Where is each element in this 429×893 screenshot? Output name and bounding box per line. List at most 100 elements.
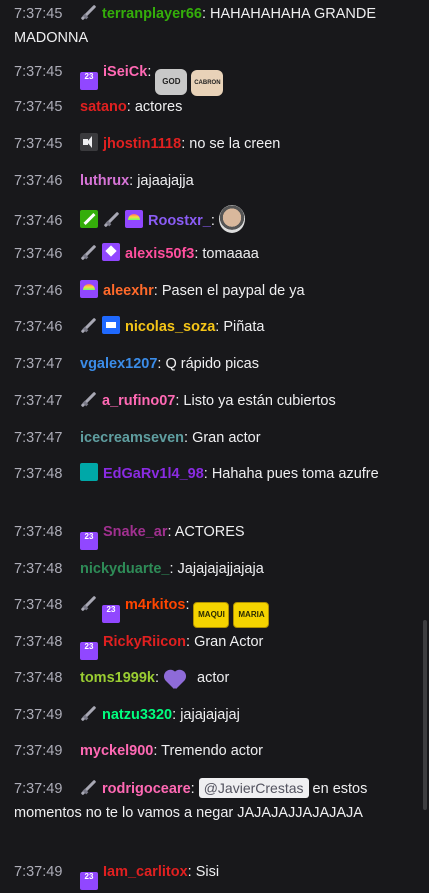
chat-message: 7:37:49 myckel900: Tremendo actor xyxy=(14,739,409,763)
chat-message: 7:37:48 EdGaRv1l4_98: Hahaha pues toma az… xyxy=(14,462,409,486)
message-text: Sisi xyxy=(195,864,220,880)
sub-23-icon[interactable]: 23 xyxy=(80,642,98,660)
chat-message: 7:37:46 Roostxr_: xyxy=(14,205,409,233)
sub-23-icon[interactable]: 23 xyxy=(80,532,98,550)
chat-message: 7:37:45 jhostin1118: no se la creen xyxy=(14,132,409,156)
message-text: Gran Actor xyxy=(194,634,264,650)
chat-message: 7:37:46 aleexhr: Pasen el paypal de ya xyxy=(14,279,409,303)
username[interactable]: rodrigoceare xyxy=(102,781,191,797)
username[interactable]: Roostxr_ xyxy=(148,213,211,229)
chat-message: 7:37:48 23 m4rkitos:MAQUI MARIA xyxy=(14,593,409,628)
sword-icon[interactable] xyxy=(80,779,97,796)
emote-cabron[interactable]: CABRON xyxy=(191,70,224,96)
username[interactable]: aleexhr xyxy=(103,283,154,299)
username[interactable]: nickyduarte_ xyxy=(80,561,169,577)
timestamp: 7:37:45 xyxy=(14,64,63,80)
message-text: Pasen el paypal de ya xyxy=(161,283,305,299)
timestamp: 7:37:46 xyxy=(14,213,63,229)
username[interactable]: EdGaRv1l4_98 xyxy=(103,466,204,482)
rainbow-icon[interactable] xyxy=(125,210,143,228)
mute-icon[interactable] xyxy=(80,133,98,151)
timestamp: 7:37:48 xyxy=(14,670,63,686)
chat-message: 7:37:49 rodrigoceare: @JavierCrestas en e… xyxy=(14,777,409,825)
username[interactable]: Iam_carlitox xyxy=(103,864,188,880)
purple-gem-icon[interactable] xyxy=(102,243,120,261)
message-text: jajaajajja xyxy=(137,173,194,189)
chat-message: 7:37:49 23 Iam_carlitox: Sisi xyxy=(14,860,409,890)
timestamp: 7:37:46 xyxy=(14,246,63,262)
message-text: Jajajajajjajaja xyxy=(177,561,264,577)
username[interactable]: Snake_ar xyxy=(103,524,168,540)
chat-message: 7:37:46 nicolas_soza: Piñata xyxy=(14,315,409,339)
username[interactable]: a_rufino07 xyxy=(102,393,175,409)
timestamp: 7:37:48 xyxy=(14,524,63,540)
sub-23-icon[interactable]: 23 xyxy=(80,872,98,890)
username[interactable]: myckel900 xyxy=(80,743,153,759)
rainbow-icon[interactable] xyxy=(80,280,98,298)
chat-message: 7:37:48 23 RickyRiicon: Gran Actor xyxy=(14,630,409,660)
timestamp: 7:37:49 xyxy=(14,707,63,723)
username[interactable]: icecreamseven xyxy=(80,430,184,446)
sword-icon[interactable] xyxy=(80,391,97,408)
crown-icon[interactable] xyxy=(102,316,120,334)
username[interactable]: natzu3320 xyxy=(102,707,172,723)
timestamp: 7:37:45 xyxy=(14,99,63,115)
timestamp: 7:37:46 xyxy=(14,173,63,189)
username[interactable]: RickyRiicon xyxy=(103,634,186,650)
sword-icon[interactable] xyxy=(80,595,97,612)
emote-maqui[interactable]: MAQUI xyxy=(193,602,230,628)
timestamp: 7:37:46 xyxy=(14,319,63,335)
timestamp: 7:37:49 xyxy=(14,743,63,759)
chat-message: 7:37:47 a_rufino07: Listo ya están cubier… xyxy=(14,389,409,413)
chat-message: 7:37:45 satano: actores xyxy=(14,95,409,119)
chat-message: 7:37:48 toms1999k: actor xyxy=(14,666,409,690)
username[interactable]: iSeiCk xyxy=(103,64,147,80)
message-text: no se la creen xyxy=(189,136,281,152)
sword-icon[interactable] xyxy=(80,317,97,334)
sword-icon[interactable] xyxy=(80,4,97,21)
chat-message: 7:37:46 alexis50f3: tomaaaa xyxy=(14,242,409,266)
emote-face[interactable] xyxy=(218,205,245,233)
message-text: Piñata xyxy=(223,319,265,335)
username[interactable]: terranplayer66 xyxy=(102,6,202,22)
timestamp: 7:37:47 xyxy=(14,393,63,409)
username[interactable]: m4rkitos xyxy=(125,597,185,613)
username[interactable]: vgalex1207 xyxy=(80,356,157,372)
message-text: Gran actor xyxy=(192,430,261,446)
scrollbar[interactable] xyxy=(423,620,427,810)
timestamp: 7:37:49 xyxy=(14,781,63,797)
username[interactable]: nicolas_soza xyxy=(125,319,215,335)
chat-message: 7:37:46 luthrux: jajaajajja xyxy=(14,169,409,193)
sub-23-icon[interactable]: 23 xyxy=(80,72,98,90)
sword-icon[interactable] xyxy=(80,244,97,261)
emote-god[interactable]: GOD xyxy=(155,69,188,95)
username[interactable]: jhostin1118 xyxy=(103,136,181,152)
sub-23-icon[interactable]: 23 xyxy=(102,605,120,623)
chat-message: 7:37:49 natzu3320: jajajajajaj xyxy=(14,703,409,727)
emote-maria[interactable]: MARIA xyxy=(233,602,270,628)
green-sword-icon[interactable] xyxy=(80,210,98,228)
chat-log: 7:37:45 terranplayer66: HAHAHAHAHA GRANDE… xyxy=(0,0,429,893)
timestamp: 7:37:48 xyxy=(14,597,63,613)
sword-icon[interactable] xyxy=(103,211,120,228)
timestamp: 7:37:48 xyxy=(14,561,63,577)
username[interactable]: toms1999k xyxy=(80,670,155,686)
sword-icon[interactable] xyxy=(80,705,97,722)
timestamp: 7:37:47 xyxy=(14,430,63,446)
chat-message: 7:37:47 icecreamseven: Gran actor xyxy=(14,426,409,450)
timestamp: 7:37:45 xyxy=(14,136,63,152)
teal-icon[interactable] xyxy=(80,463,98,481)
message-text: Q rápido picas xyxy=(165,356,259,372)
message-text: Tremendo actor xyxy=(161,743,263,759)
message-text: Listo ya están cubiertos xyxy=(183,393,336,409)
username[interactable]: luthrux xyxy=(80,173,129,189)
username[interactable]: satano xyxy=(80,99,127,115)
message-text: jajajajajaj xyxy=(180,707,240,723)
timestamp: 7:37:48 xyxy=(14,466,63,482)
mention-chip[interactable]: @JavierCrestas xyxy=(198,778,309,798)
message-text: tomaaaa xyxy=(202,246,259,262)
username[interactable]: alexis50f3 xyxy=(125,246,194,262)
timestamp: 7:37:48 xyxy=(14,634,63,650)
heart-emote-icon[interactable] xyxy=(163,668,187,690)
timestamp: 7:37:45 xyxy=(14,6,63,22)
